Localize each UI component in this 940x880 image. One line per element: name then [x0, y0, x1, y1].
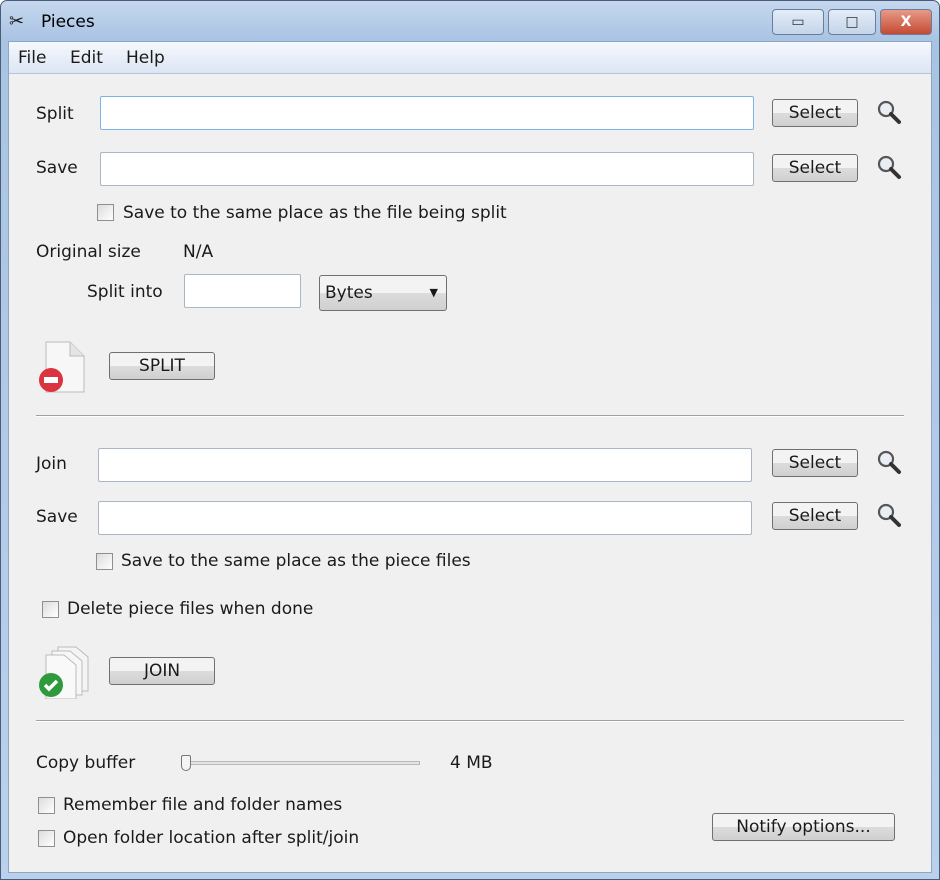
app-window: ✂ Pieces ▭ □ X File Edit Help Split Sele…	[0, 0, 940, 880]
client-area: File Edit Help Split Select Save Select …	[8, 41, 932, 873]
open-folder-label: Open folder location after split/join	[63, 828, 360, 848]
join-button[interactable]: JOIN	[109, 657, 215, 685]
chevron-down-icon: ▼	[429, 286, 438, 299]
join-label: Join	[36, 454, 67, 474]
menu-file[interactable]: File	[18, 48, 46, 68]
join-files-icon	[39, 646, 89, 699]
magnifier-icon[interactable]	[876, 449, 902, 475]
copy-buffer-slider-thumb[interactable]	[181, 755, 191, 771]
menu-help[interactable]: Help	[126, 48, 165, 68]
join-save-select-button[interactable]: Select	[772, 502, 858, 530]
maximize-button[interactable]: □	[828, 9, 876, 35]
split-save-input[interactable]	[100, 152, 754, 186]
split-into-label: Split into	[87, 282, 163, 302]
minimize-button[interactable]: ▭	[772, 9, 824, 35]
split-same-place-checkbox[interactable]	[97, 204, 114, 221]
join-select-button[interactable]: Select	[772, 449, 858, 477]
notify-options-button[interactable]: Notify options...	[712, 813, 895, 841]
delete-pieces-checkbox[interactable]	[42, 601, 59, 618]
join-file-input[interactable]	[98, 448, 752, 482]
open-folder-checkbox[interactable]	[38, 830, 55, 847]
split-save-label: Save	[36, 158, 78, 178]
split-select-button[interactable]: Select	[772, 99, 858, 127]
copy-buffer-slider-track[interactable]	[182, 761, 420, 765]
close-button[interactable]: X	[880, 9, 932, 35]
split-button[interactable]: SPLIT	[109, 352, 215, 380]
join-save-input[interactable]	[98, 501, 752, 535]
split-same-place-label: Save to the same place as the file being…	[123, 203, 507, 223]
unit-dropdown[interactable]: Bytes ▼	[319, 275, 447, 311]
unit-value: Bytes	[325, 283, 373, 303]
split-into-input[interactable]	[184, 274, 301, 308]
separator	[36, 720, 904, 722]
magnifier-icon[interactable]	[876, 99, 902, 125]
join-save-label: Save	[36, 507, 78, 527]
menu-bar: File Edit Help	[9, 42, 931, 74]
window-title: Pieces	[41, 12, 95, 32]
split-file-input[interactable]	[100, 96, 754, 130]
original-size-label: Original size	[36, 242, 141, 262]
title-bar[interactable]: ✂ Pieces ▭ □ X	[1, 1, 939, 41]
original-size-value: N/A	[183, 242, 214, 262]
split-save-select-button[interactable]: Select	[772, 154, 858, 182]
copy-buffer-value: 4 MB	[450, 753, 493, 773]
remember-names-label: Remember file and folder names	[63, 795, 343, 815]
menu-edit[interactable]: Edit	[70, 48, 103, 68]
scissors-icon: ✂	[9, 11, 25, 32]
delete-pieces-label: Delete piece files when done	[67, 599, 314, 619]
remember-names-checkbox[interactable]	[38, 797, 55, 814]
magnifier-icon[interactable]	[876, 502, 902, 528]
copy-buffer-label: Copy buffer	[36, 753, 136, 773]
split-file-icon	[39, 341, 85, 393]
magnifier-icon[interactable]	[876, 154, 902, 180]
join-same-place-label: Save to the same place as the piece file…	[121, 551, 471, 571]
separator	[36, 415, 904, 417]
join-same-place-checkbox[interactable]	[96, 553, 113, 570]
split-label: Split	[36, 104, 74, 124]
